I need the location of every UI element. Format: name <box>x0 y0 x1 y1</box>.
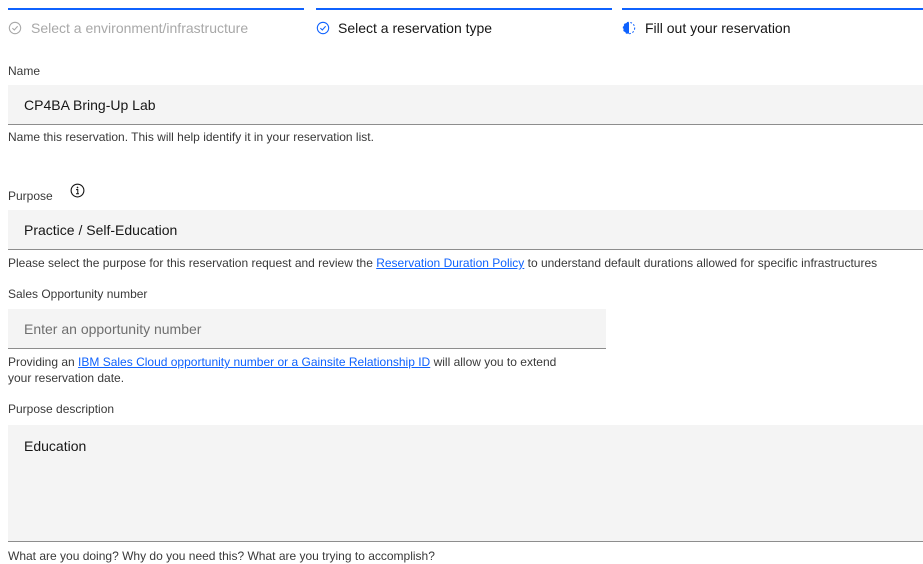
purpose-helper-prefix: Please select the purpose for this reser… <box>8 256 377 270</box>
step-label: Select a reservation type <box>338 20 493 36</box>
name-label: Name <box>8 64 41 78</box>
opportunity-helper-prefix: Providing an <box>8 355 79 369</box>
purpose-helper-suffix: to understand default durations allowed … <box>524 256 878 270</box>
sales-cloud-opportunity-link[interactable]: IBM Sales Cloud opportunity number or a … <box>78 355 430 369</box>
opportunity-label: Sales Opportunity number <box>8 287 148 301</box>
opportunity-helper-line2: your reservation date. <box>8 371 125 385</box>
name-input[interactable] <box>8 85 923 125</box>
incomplete-icon <box>622 21 636 35</box>
description-label: Purpose description <box>8 402 115 416</box>
checkmark-outline-icon <box>316 21 330 35</box>
progress-indicator: Select a environment/infrastructure Sele… <box>0 0 923 40</box>
opportunity-helper-text: Providing an IBM Sales Cloud opportunity… <box>8 354 556 386</box>
checkmark-outline-icon <box>8 21 22 35</box>
description-helper-text: What are you doing? Why do you need this… <box>8 549 435 563</box>
step-fill-out-reservation[interactable]: Fill out your reservation <box>622 8 923 42</box>
purpose-select[interactable] <box>8 210 923 250</box>
reservation-duration-policy-link[interactable]: Reservation Duration Policy <box>376 256 524 270</box>
information-icon[interactable] <box>70 183 85 198</box>
opportunity-helper-suffix: will allow you to extend <box>430 355 557 369</box>
step-label: Fill out your reservation <box>645 20 791 36</box>
purpose-helper-text: Please select the purpose for this reser… <box>8 255 877 271</box>
step-select-environment[interactable]: Select a environment/infrastructure <box>8 8 304 42</box>
purpose-description-textarea[interactable]: Education <box>8 425 923 542</box>
purpose-label: Purpose <box>8 189 53 203</box>
opportunity-number-input[interactable] <box>8 309 606 349</box>
step-select-reservation-type[interactable]: Select a reservation type <box>316 8 612 42</box>
step-label: Select a environment/infrastructure <box>31 20 249 36</box>
name-helper-text: Name this reservation. This will help id… <box>8 130 374 144</box>
